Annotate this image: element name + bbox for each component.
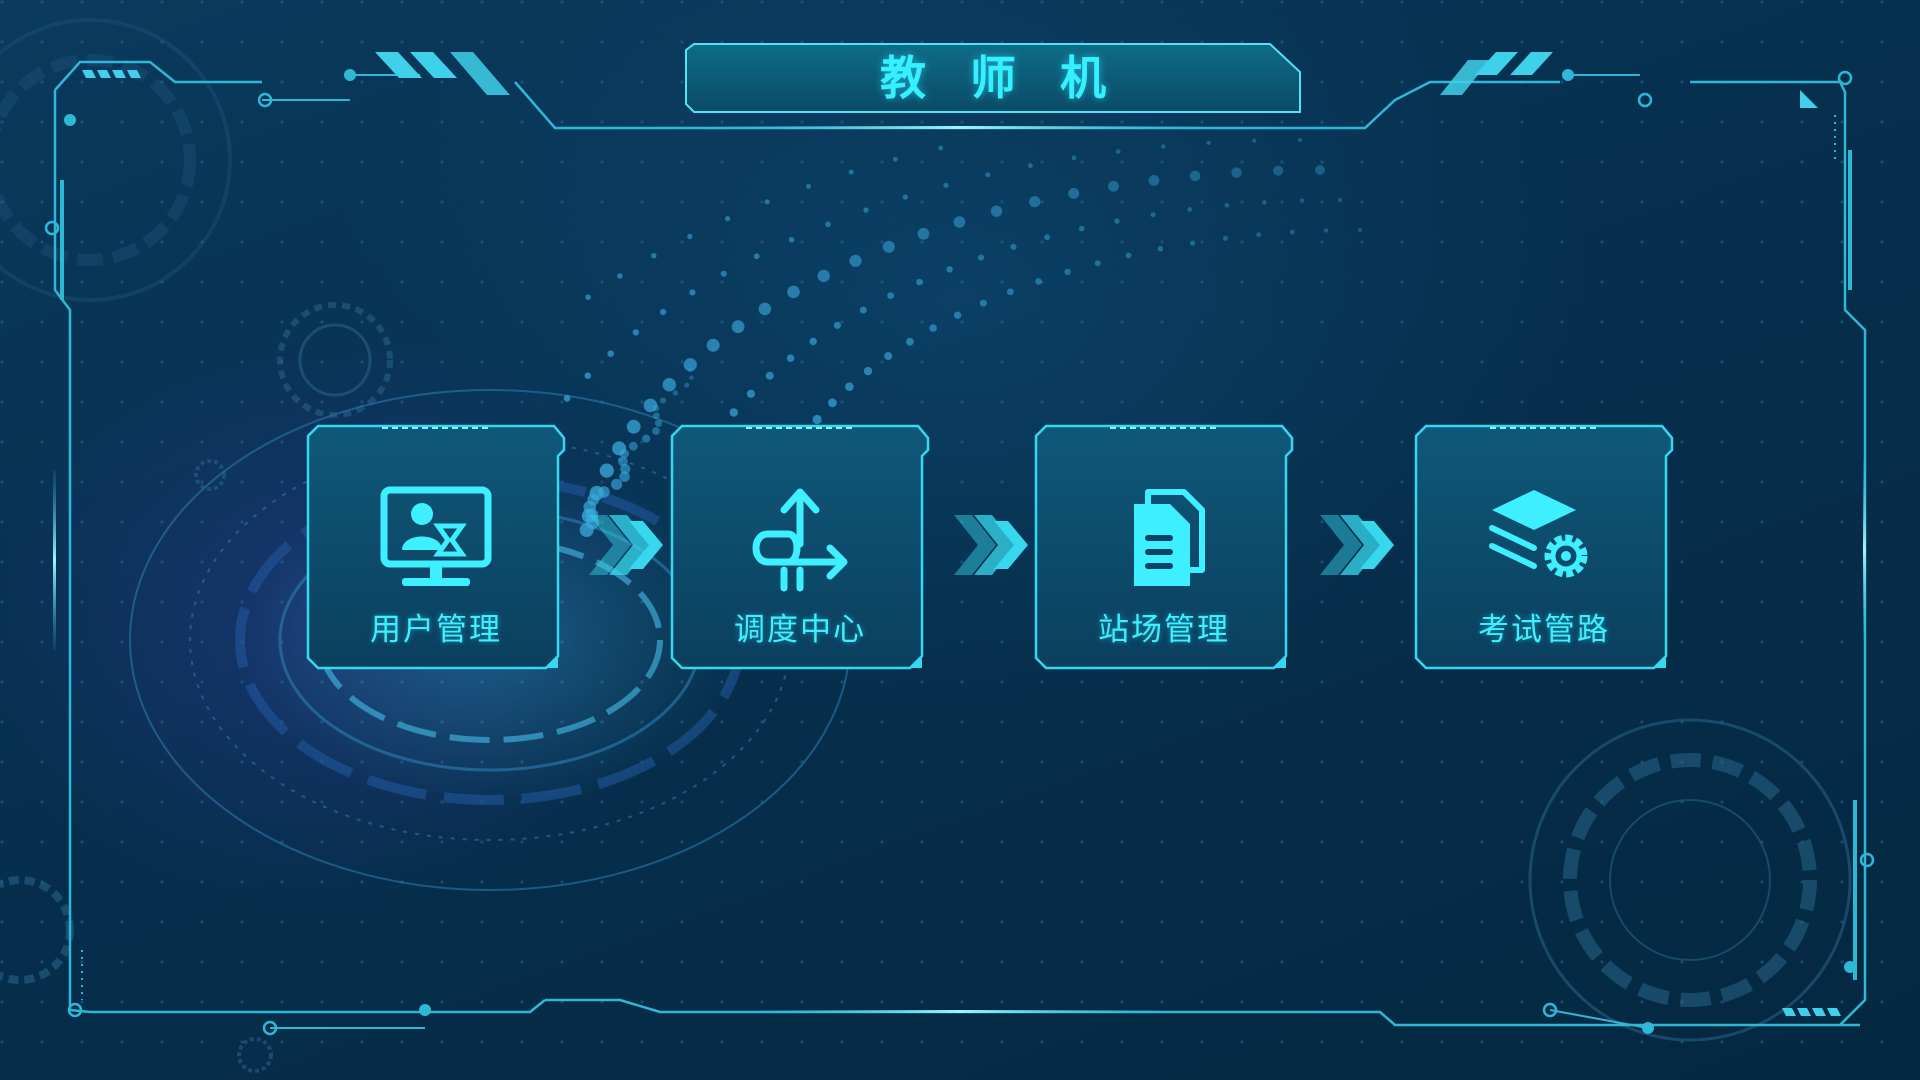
documents-icon	[1134, 489, 1205, 586]
card-label: 调度中心	[734, 612, 866, 648]
user-management-card[interactable]: 用户管理	[306, 424, 566, 670]
layers-gear-icon	[1489, 490, 1588, 578]
chevron-right-icon	[589, 515, 663, 575]
page-title: 教师机	[880, 51, 1150, 105]
card-label: 用户管理	[370, 612, 502, 648]
card-label: 站场管理	[1098, 612, 1230, 648]
card-label: 考试管路	[1478, 612, 1610, 648]
dispatch-arrows-icon	[752, 488, 848, 592]
dispatch-center-card[interactable]: 调度中心	[670, 424, 930, 670]
teacher-console-screen: 教师机 用户管理 调度中心 站场管理 考试管路	[0, 0, 1920, 1080]
station-management-card[interactable]: 站场管理	[1034, 424, 1294, 670]
chevron-right-icon	[1320, 515, 1394, 575]
title-plate: 教师机	[684, 42, 1302, 114]
exam-pipeline-card[interactable]: 考试管路	[1414, 424, 1674, 670]
chevron-right-icon	[954, 515, 1028, 575]
user-monitor-icon	[380, 486, 492, 586]
